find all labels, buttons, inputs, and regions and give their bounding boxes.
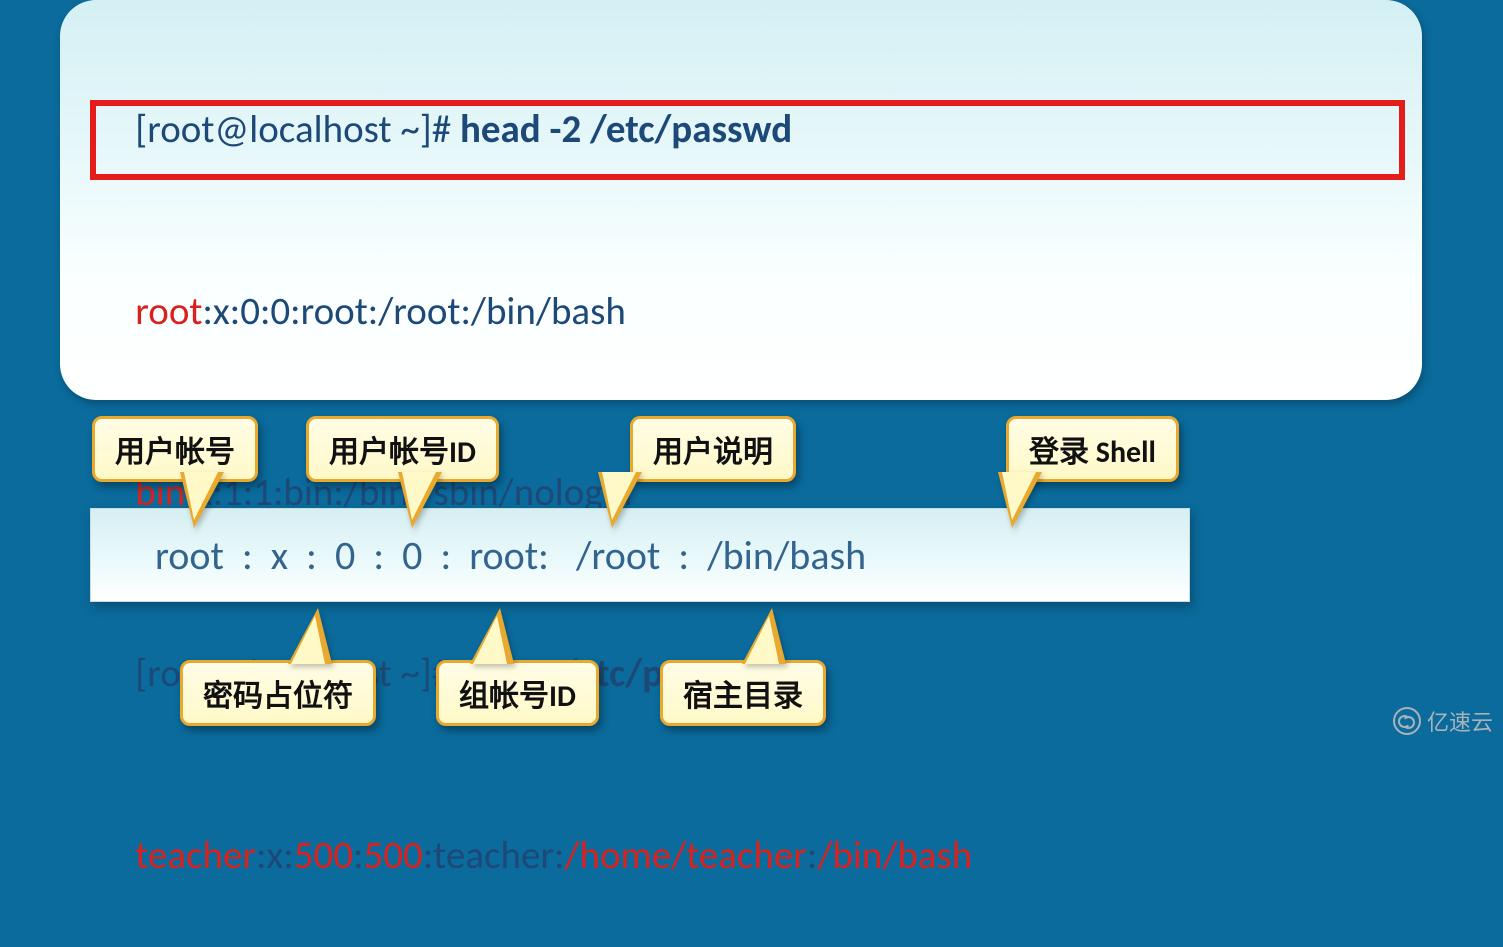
seg: :x: (256, 832, 294, 879)
prompt-text: [root@localhost ~]# (135, 106, 460, 153)
seg: 500 (294, 832, 353, 879)
command-text: head -2 /etc/passwd (460, 106, 792, 153)
passwd-entry-rest: :x:0:0:root:/root:/bin/bash (202, 288, 625, 335)
terminal-line-2: root:x:0:0:root:/root:/bin/bash (100, 221, 1382, 402)
seg: :teacher: (423, 832, 565, 879)
terminal-output-box: [root@localhost ~]# head -2 /etc/passwd … (60, 0, 1422, 400)
callout-user-desc: 用户说明 (630, 416, 796, 482)
watermark-text: 亿速云 (1427, 705, 1493, 737)
seg: /bin/bash (817, 832, 972, 879)
callout-user-account: 用户帐号 (92, 416, 258, 482)
seg: : (807, 832, 817, 879)
seg: 500 (364, 832, 423, 879)
terminal-line-5: teacher:x:500:500:teacher:/home/teacher:… (100, 765, 1382, 946)
callout-group-id: 组帐号ID (436, 660, 599, 726)
seg: /home/teacher (564, 832, 806, 879)
seg: : (353, 832, 363, 879)
terminal-line-1: [root@localhost ~]# head -2 /etc/passwd (100, 40, 1382, 221)
callout-home-dir: 宿主目录 (660, 660, 826, 726)
watermark: 亿速云 (1393, 705, 1493, 737)
seg: teacher (135, 832, 256, 879)
watermark-icon (1393, 707, 1421, 735)
callout-password-placeholder: 密码占位符 (180, 660, 376, 726)
example-entry-text: root : x : 0 : 0 : root: /root : /bin/ba… (155, 531, 866, 580)
username-highlight: root (135, 288, 202, 335)
